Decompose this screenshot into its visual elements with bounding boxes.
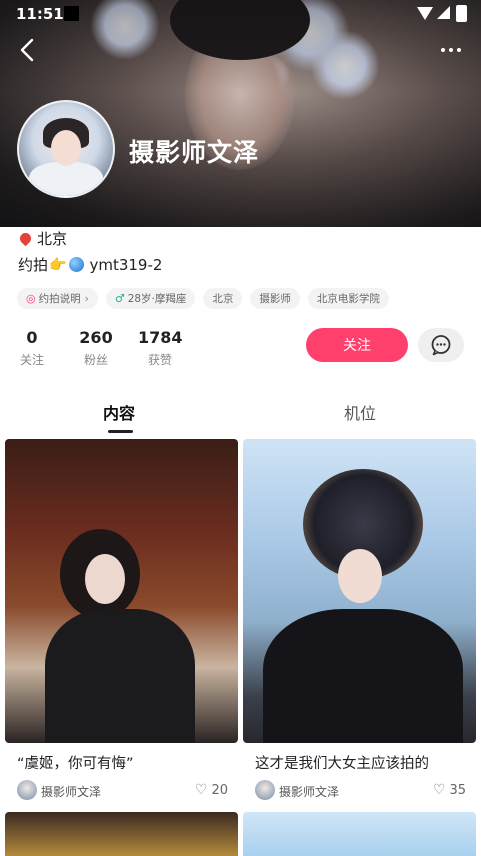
tag-profession[interactable]: 摄影师	[250, 288, 300, 309]
wifi-icon	[417, 7, 433, 20]
chevron-right-icon: ›	[84, 292, 89, 305]
profile-bio: 约拍 👉 ymt319-2	[18, 254, 162, 275]
profile-name: 摄影师文泽	[129, 138, 260, 167]
post-caption: 这才是我们大女主应该拍的	[255, 756, 429, 772]
like-button[interactable]: ♡ 35	[433, 782, 466, 798]
stat-followers[interactable]: 260 粉丝	[76, 328, 116, 368]
post-image-partial[interactable]	[5, 812, 238, 856]
globe-icon	[69, 257, 85, 272]
chat-bubble-icon	[431, 335, 451, 356]
post-caption: “虞姬，你可有悔”	[17, 756, 134, 772]
tag-age-zodiac[interactable]: ♂ 28岁·摩羯座	[105, 288, 196, 309]
avatar[interactable]	[17, 100, 115, 198]
tag-school[interactable]: 北京电影学院	[307, 288, 389, 309]
back-button[interactable]	[14, 36, 42, 64]
tag-city[interactable]: 北京	[203, 288, 243, 309]
male-icon: ♂	[114, 292, 125, 305]
heart-icon: ♡	[432, 782, 446, 798]
signal-icon	[437, 6, 450, 19]
like-count: 35	[449, 782, 466, 798]
status-time: 11:51	[16, 5, 64, 23]
stat-likes[interactable]: 1784 获赞	[138, 328, 183, 368]
chevron-left-icon	[20, 38, 34, 62]
battery-icon	[456, 5, 467, 22]
more-dots-icon	[441, 48, 461, 52]
tag-booking-info[interactable]: ◎ 约拍说明 ›	[17, 288, 98, 309]
post-author[interactable]: 摄影师文泽	[279, 783, 339, 800]
post-image[interactable]	[243, 439, 476, 743]
more-button[interactable]	[436, 36, 466, 64]
post-image[interactable]	[5, 439, 238, 743]
post-author[interactable]: 摄影师文泽	[41, 783, 101, 800]
notification-icon	[64, 6, 79, 21]
like-count: 20	[211, 782, 228, 798]
post-meta: 摄影师文泽 ♡ 35	[243, 780, 476, 802]
post-card[interactable]: “虞姬，你可有悔” 摄影师文泽 ♡ 20	[5, 439, 238, 802]
bio-prefix: 约拍	[18, 256, 49, 274]
camera-icon: ◎	[26, 292, 36, 305]
heart-icon: ♡	[194, 782, 208, 798]
tab-locations[interactable]: 机位	[344, 400, 376, 424]
follow-button[interactable]: 关注	[306, 328, 408, 362]
active-tab-indicator	[108, 430, 133, 433]
author-avatar[interactable]	[17, 780, 37, 800]
message-button[interactable]	[418, 328, 464, 362]
status-bar: 11:51	[0, 0, 481, 28]
post-meta: 摄影师文泽 ♡ 20	[5, 780, 238, 802]
bio-id: ymt319-2	[89, 255, 163, 274]
location-pin-icon	[17, 230, 34, 247]
stat-following[interactable]: 0 关注	[14, 328, 50, 368]
post-image-partial[interactable]	[243, 812, 476, 856]
tab-content[interactable]: 内容	[103, 400, 135, 424]
like-button[interactable]: ♡ 20	[195, 782, 228, 798]
profile-location: 北京	[17, 228, 68, 249]
location-text: 北京	[37, 230, 68, 248]
post-card[interactable]: 这才是我们大女主应该拍的 摄影师文泽 ♡ 35	[243, 439, 476, 802]
pointing-finger-icon: 👉	[49, 256, 67, 273]
profile-tags: ◎ 约拍说明 › ♂ 28岁·摩羯座 北京 摄影师 北京电影学院	[17, 288, 397, 309]
author-avatar[interactable]	[255, 780, 275, 800]
